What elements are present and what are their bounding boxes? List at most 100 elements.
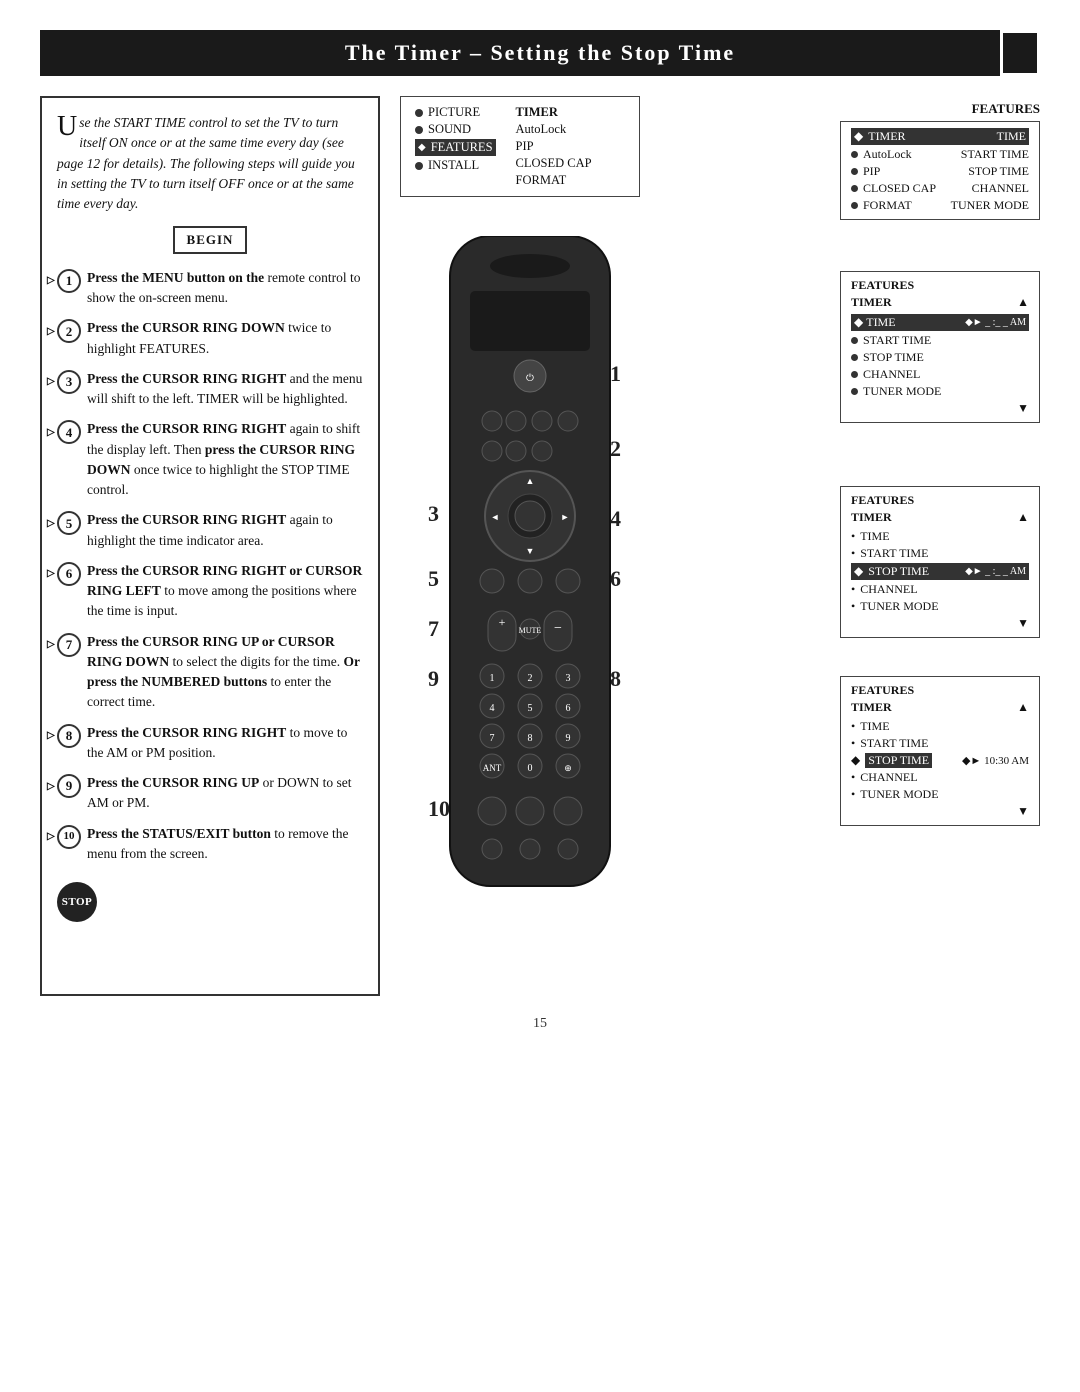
step-text-8: Press the CURSOR RING RIGHT to move to t… <box>87 723 363 764</box>
fp2-stoptime: STOP TIME <box>851 350 1029 365</box>
label-features: FEATURES <box>431 140 493 155</box>
fp1-pip-label: PIP <box>863 164 880 179</box>
fp4-up-arrow: ▲ <box>1017 700 1029 715</box>
fp3-ch-label: CHANNEL <box>860 582 917 597</box>
fp2-features-title: FEATURES <box>851 278 1029 293</box>
fp1-timer-label: TIMER <box>868 129 905 144</box>
menu-picture: PICTURE <box>415 105 496 120</box>
step-9: 9 Press the CURSOR RING UP or DOWN to se… <box>57 773 363 814</box>
svg-text:10: 10 <box>428 796 450 821</box>
fp2-ch-dot <box>851 371 858 378</box>
instruction-panel: Use the START TIME control to set the TV… <box>40 96 380 996</box>
features-label-1: FEATURES <box>972 101 1040 117</box>
fp4-time-label: TIME <box>860 719 889 734</box>
fp3-spt-value: ◆► _ :_ _ AM <box>965 566 1026 577</box>
svg-text:2: 2 <box>610 436 621 461</box>
fp4-stoptime: ◆STOP TIME◆► 10:30 AM <box>851 753 1029 768</box>
fp3-timer-title: TIMER ▲ <box>851 510 1029 525</box>
fp4-spt-icon: ◆ <box>851 753 860 768</box>
step-num-9: 9 <box>57 774 81 798</box>
svg-text:8: 8 <box>610 666 621 691</box>
fp1-stop-time: STOP TIME <box>968 164 1029 179</box>
step-7: 7 Press the CURSOR RING UP or CURSOR RIN… <box>57 632 363 713</box>
fp3-time: •TIME <box>851 529 1029 544</box>
step-num-5: 5 <box>57 511 81 535</box>
fp3-ch-bullet: • <box>851 582 855 597</box>
page: The Timer – Setting the Stop Time Use th… <box>0 0 1080 1392</box>
fp1-cc-dot <box>851 185 858 192</box>
features-icon: ◆ <box>418 142 426 153</box>
fp3-spt-icon: ◆ <box>854 564 863 579</box>
fp2-st-label: START TIME <box>863 333 931 348</box>
step-text-2: Press the CURSOR RING DOWN twice to high… <box>87 318 363 359</box>
svg-text:2: 2 <box>528 673 533 684</box>
fp3-stoptime-hl: ◆STOP TIME◆► _ :_ _ AM <box>851 563 1029 580</box>
step-8: 8 Press the CURSOR RING RIGHT to move to… <box>57 723 363 764</box>
svg-text:4: 4 <box>490 703 495 714</box>
fp2-time-icon: ◆ <box>854 315 863 330</box>
step-num-3: 3 <box>57 370 81 394</box>
fp1-cc-label: CLOSED CAP <box>863 181 936 196</box>
svg-text:ANT: ANT <box>483 763 502 773</box>
fp3-time-bullet: • <box>851 529 855 544</box>
svg-text:+: + <box>499 615 506 629</box>
label-picture: PICTURE <box>428 105 480 120</box>
features-panel-4: FEATURES TIMER ▲ •TIME •START TIME ◆STOP… <box>840 676 1040 826</box>
fp2-down-arrow: ▼ <box>851 401 1029 416</box>
step-text-4: Press the CURSOR RING RIGHT again to shi… <box>87 419 363 500</box>
fp4-ch-bullet: • <box>851 770 855 785</box>
svg-text:9: 9 <box>428 666 439 691</box>
fp3-features-title: FEATURES <box>851 493 1029 508</box>
features-panel-2: FEATURES TIMER ▲ ◆TIME◆► _ :_ _ AM START… <box>840 271 1040 423</box>
fp4-tm-bullet: • <box>851 787 855 802</box>
main-menu-content: PICTURE SOUND ◆FEATURES INSTALL TIMER Au… <box>415 105 625 188</box>
fp1-timer-hl: ◆TIMERTIME <box>851 128 1029 145</box>
menu-timer: TIMER <box>516 105 592 120</box>
diagram-container: PICTURE SOUND ◆ FEATURES INSTALL TIMER Au… <box>400 96 1040 996</box>
fp2-timer-title: TIMER ▲ <box>851 295 1029 310</box>
svg-text:1: 1 <box>490 673 495 684</box>
fp2-spt-label: STOP TIME <box>863 350 924 365</box>
step-text-6: Press the CURSOR RING RIGHT or CURSOR RI… <box>87 561 363 622</box>
svg-text:4: 4 <box>610 506 621 531</box>
fp2-ch-label: CHANNEL <box>863 367 920 382</box>
label-sound: SOUND <box>428 122 471 137</box>
fp2-channel: CHANNEL <box>851 367 1029 382</box>
fp4-st-label: START TIME <box>860 736 928 751</box>
stop-indicator: STOP <box>57 874 363 922</box>
fp3-down-arrow: ▼ <box>851 616 1029 631</box>
fp1-timer-icon: ◆ <box>854 129 863 144</box>
fp3-st-bullet: • <box>851 546 855 561</box>
step-text-10: Press the STATUS/EXIT button to remove t… <box>87 824 363 865</box>
step-text-3: Press the CURSOR RING RIGHT and the menu… <box>87 369 363 410</box>
features-panel-3: FEATURES TIMER ▲ •TIME •START TIME ◆STOP… <box>840 486 1040 638</box>
fp1-autolock: AutoLockSTART TIME <box>851 147 1029 162</box>
label-install: INSTALL <box>428 158 479 173</box>
fp3-channel: • CHANNEL <box>851 582 1029 597</box>
fp3-tunermode: •TUNER MODE <box>851 599 1029 614</box>
fp1-start-time: START TIME <box>961 147 1029 162</box>
bullet-picture <box>415 109 423 117</box>
bullet-sound <box>415 126 423 134</box>
bullet-install <box>415 162 423 170</box>
main-content: Use the START TIME control to set the TV… <box>40 96 1040 996</box>
step-text-5: Press the CURSOR RING RIGHT again to hig… <box>87 510 363 551</box>
fp4-down-arrow: ▼ <box>851 804 1029 819</box>
svg-text:5: 5 <box>428 566 439 591</box>
svg-text:MUTE: MUTE <box>519 626 542 635</box>
fp4-features-title: FEATURES <box>851 683 1029 698</box>
fp4-ch-label: CHANNEL <box>860 770 917 785</box>
step-4: 4 Press the CURSOR RING RIGHT again to s… <box>57 419 363 500</box>
title-bar: The Timer – Setting the Stop Time <box>40 30 1040 76</box>
step-2: 2 Press the CURSOR RING DOWN twice to hi… <box>57 318 363 359</box>
step-3: 3 Press the CURSOR RING RIGHT and the me… <box>57 369 363 410</box>
step-text-9: Press the CURSOR RING UP or DOWN to set … <box>87 773 363 814</box>
intro-body: se the START TIME control to set the TV … <box>57 115 355 211</box>
fp3-tm-label: TUNER MODE <box>860 599 938 614</box>
svg-text:9: 9 <box>566 733 571 744</box>
menu-install: INSTALL <box>415 158 496 173</box>
menu-pip: PIP <box>516 139 592 154</box>
svg-text:▲: ▲ <box>526 476 535 486</box>
svg-text:6: 6 <box>610 566 621 591</box>
main-menu-panel: PICTURE SOUND ◆FEATURES INSTALL TIMER Au… <box>400 96 640 197</box>
